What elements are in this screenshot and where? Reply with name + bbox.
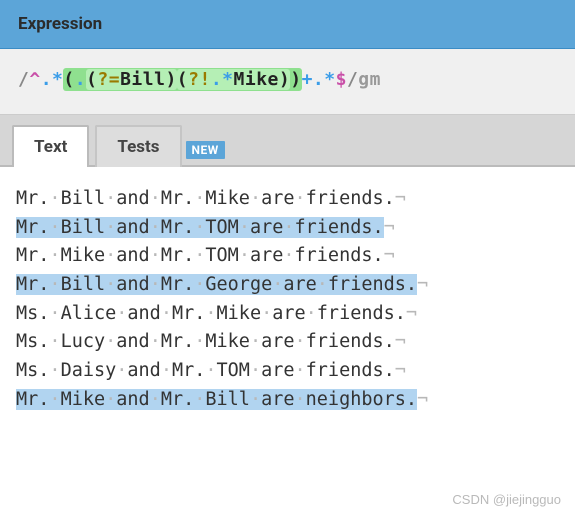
whitespace-dot-icon: ·: [105, 331, 116, 352]
whitespace-dot-icon: ·: [194, 389, 205, 410]
regex-flags: gm: [358, 69, 381, 90]
whitespace-dot-icon: ·: [194, 245, 205, 266]
regex-group-2-lookahead: (?=Bill): [86, 69, 177, 90]
whitespace-dot-icon: ·: [317, 274, 328, 295]
whitespace-dot-icon: ·: [194, 217, 205, 238]
regex-input[interactable]: /^.*(.(?=Bill)(?!.*Mike))+.*$/gm: [0, 49, 575, 115]
test-line: Ms.·Alice·and·Mr.·Mike·are·friends.¬: [16, 300, 559, 329]
whitespace-dot-icon: ·: [150, 245, 161, 266]
whitespace-dot-icon: ·: [116, 360, 127, 381]
regex-plus: +: [302, 69, 313, 90]
whitespace-dot-icon: ·: [49, 274, 60, 295]
whitespace-dot-icon: ·: [49, 331, 60, 352]
whitespace-dot-icon: ·: [295, 331, 306, 352]
whitespace-dot-icon: ·: [105, 245, 116, 266]
expression-header: Expression: [0, 0, 575, 49]
test-line: Mr.·Mike·and·Mr.·TOM·are·friends.¬: [16, 242, 559, 271]
whitespace-dot-icon: ·: [150, 217, 161, 238]
test-line: Mr.·Bill·and·Mr.·George·are·friends.¬: [16, 271, 559, 300]
eol-marker-icon: ¬: [395, 331, 406, 352]
whitespace-dot-icon: ·: [105, 389, 116, 410]
whitespace-dot-icon: ·: [150, 274, 161, 295]
test-line: Ms.·Lucy·and·Mr.·Mike·are·friends.¬: [16, 328, 559, 357]
tab-tests[interactable]: Tests: [95, 125, 181, 167]
regex-star-2: *: [324, 69, 335, 90]
whitespace-dot-icon: ·: [150, 389, 161, 410]
test-line: Mr.·Bill·and·Mr.·TOM·are·friends.¬: [16, 214, 559, 243]
whitespace-dot-icon: ·: [161, 360, 172, 381]
eol-marker-icon: ¬: [395, 360, 406, 381]
whitespace-dot-icon: ·: [49, 389, 60, 410]
whitespace-dot-icon: ·: [250, 331, 261, 352]
regex-dot: .: [41, 69, 52, 90]
eol-marker-icon: ¬: [406, 303, 417, 324]
test-line: Mr.·Mike·and·Mr.·Bill·are·neighbors.¬: [16, 386, 559, 415]
text-run: Mr.·Bill·and·Mr.·Mike·are·friends.: [16, 188, 395, 209]
badge-new: NEW: [186, 141, 225, 159]
regex-anchor-start: ^: [29, 69, 40, 90]
text-run: Mr.·Mike·and·Mr.·TOM·are·friends.: [16, 245, 384, 266]
whitespace-dot-icon: ·: [194, 331, 205, 352]
whitespace-dot-icon: ·: [306, 303, 317, 324]
whitespace-dot-icon: ·: [105, 274, 116, 295]
eol-marker-icon: ¬: [417, 389, 428, 410]
regex-delim-close: /: [347, 69, 358, 90]
whitespace-dot-icon: ·: [161, 303, 172, 324]
test-text-area[interactable]: Mr.·Bill·and·Mr.·Mike·are·friends.¬Mr.·B…: [0, 167, 575, 434]
watermark: CSDN @jiejingguo: [452, 492, 561, 507]
test-line: Mr.·Bill·and·Mr.·Mike·are·friends.¬: [16, 185, 559, 214]
whitespace-dot-icon: ·: [49, 303, 60, 324]
whitespace-dot-icon: ·: [283, 245, 294, 266]
whitespace-dot-icon: ·: [194, 274, 205, 295]
whitespace-dot-icon: ·: [283, 217, 294, 238]
regex-anchor-end: $: [336, 69, 347, 90]
whitespace-dot-icon: ·: [295, 389, 306, 410]
whitespace-dot-icon: ·: [150, 188, 161, 209]
tabs-bar: Text Tests NEW: [0, 115, 575, 167]
whitespace-dot-icon: ·: [49, 360, 60, 381]
whitespace-dot-icon: ·: [205, 303, 216, 324]
whitespace-dot-icon: ·: [105, 188, 116, 209]
regex-delim-open: /: [18, 69, 29, 90]
eol-marker-icon: ¬: [384, 217, 395, 238]
whitespace-dot-icon: ·: [150, 331, 161, 352]
whitespace-dot-icon: ·: [116, 303, 127, 324]
match-highlight: Mr.·Bill·and·Mr.·TOM·are·friends.: [16, 217, 384, 238]
match-highlight: Mr.·Bill·and·Mr.·George·are·friends.: [16, 274, 417, 295]
whitespace-dot-icon: ·: [205, 360, 216, 381]
whitespace-dot-icon: ·: [250, 389, 261, 410]
whitespace-dot-icon: ·: [49, 188, 60, 209]
eol-marker-icon: ¬: [395, 188, 406, 209]
test-line: Ms.·Daisy·and·Mr.·TOM·are·friends.¬: [16, 357, 559, 386]
whitespace-dot-icon: ·: [239, 217, 250, 238]
whitespace-dot-icon: ·: [239, 245, 250, 266]
text-run: Ms.·Lucy·and·Mr.·Mike·are·friends.: [16, 331, 395, 352]
whitespace-dot-icon: ·: [250, 188, 261, 209]
whitespace-dot-icon: ·: [194, 188, 205, 209]
text-run: Ms.·Alice·and·Mr.·Mike·are·friends.: [16, 303, 406, 324]
regex-star: *: [52, 69, 63, 90]
whitespace-dot-icon: ·: [261, 303, 272, 324]
header-title: Expression: [18, 14, 102, 34]
whitespace-dot-icon: ·: [295, 188, 306, 209]
regex-dot-2: .: [313, 69, 324, 90]
whitespace-dot-icon: ·: [272, 274, 283, 295]
whitespace-dot-icon: ·: [250, 360, 261, 381]
tab-text[interactable]: Text: [12, 125, 89, 167]
whitespace-dot-icon: ·: [105, 217, 116, 238]
whitespace-dot-icon: ·: [295, 360, 306, 381]
whitespace-dot-icon: ·: [49, 217, 60, 238]
text-run: Ms.·Daisy·and·Mr.·TOM·are·friends.: [16, 360, 395, 381]
match-highlight: Mr.·Mike·and·Mr.·Bill·are·neighbors.: [16, 389, 417, 410]
eol-marker-icon: ¬: [384, 245, 395, 266]
regex-group-1: (.(?=Bill)(?!.*Mike)): [63, 68, 301, 91]
regex-group-3-neg-lookahead: (?!.*Mike): [177, 69, 290, 90]
eol-marker-icon: ¬: [417, 274, 428, 295]
whitespace-dot-icon: ·: [49, 245, 60, 266]
